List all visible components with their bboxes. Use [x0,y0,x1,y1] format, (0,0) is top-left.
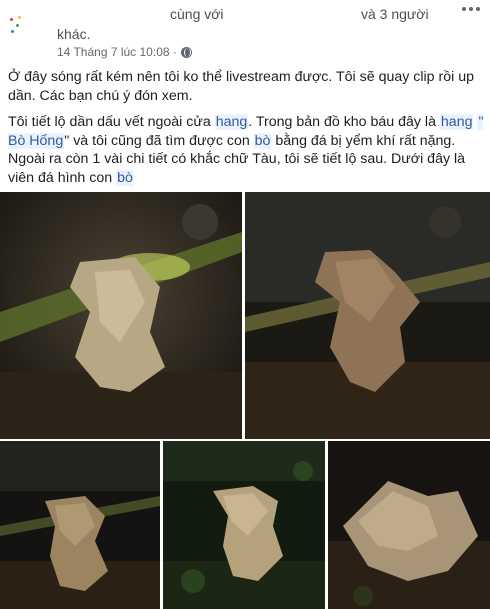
hashtag-bo-1[interactable]: bò [253,132,272,149]
timestamp-text[interactable]: 14 Tháng 7 lúc 10:08 · [57,45,177,59]
tagged-others-suffix: khác. [57,26,91,42]
rock-photo-image [0,441,160,609]
globe-icon[interactable] [180,46,192,58]
photo-3[interactable] [0,441,160,609]
photo-5[interactable] [328,441,490,609]
post-header: cùng với và 3 người khác. 14 Tháng 7 lúc… [0,0,490,62]
rock-photo-image [0,192,242,439]
post-body: Ở đây sóng rất kém nên tôi ko thể livest… [8,68,484,187]
text-run: Tôi tiết lộ dần dấu vết ngoài cửa [8,114,215,130]
post-paragraph-1: Ở đây sóng rất kém nên tôi ko thể livest… [8,69,475,104]
hashtag-hang-2[interactable]: hang [439,114,474,130]
text-run: . Trong bản đồ kho báu đây là [248,114,440,130]
rock-photo-image [245,192,490,439]
photo-1[interactable] [0,192,242,439]
post-timestamp[interactable]: 14 Tháng 7 lúc 10:08 · [57,45,192,59]
hashtag-bo-2[interactable]: bò [116,169,134,186]
photo-4[interactable] [163,441,325,609]
rock-photo-image [328,441,490,609]
rock-photo-image [163,441,325,609]
text-run: " và tôi cũng đã tìm được con [64,132,254,149]
with-text: cùng với [170,6,224,22]
photo-2[interactable] [245,192,490,439]
tagged-others-link[interactable]: và 3 người [361,6,429,22]
more-options-icon[interactable] [462,2,480,16]
post-author-line: cùng với và 3 người [0,6,490,24]
post-paragraph-2: Tôi tiết lộ dần dấu vết ngoài cửa hang. … [8,113,484,187]
hashtag-hang-1[interactable]: hang [214,114,249,130]
